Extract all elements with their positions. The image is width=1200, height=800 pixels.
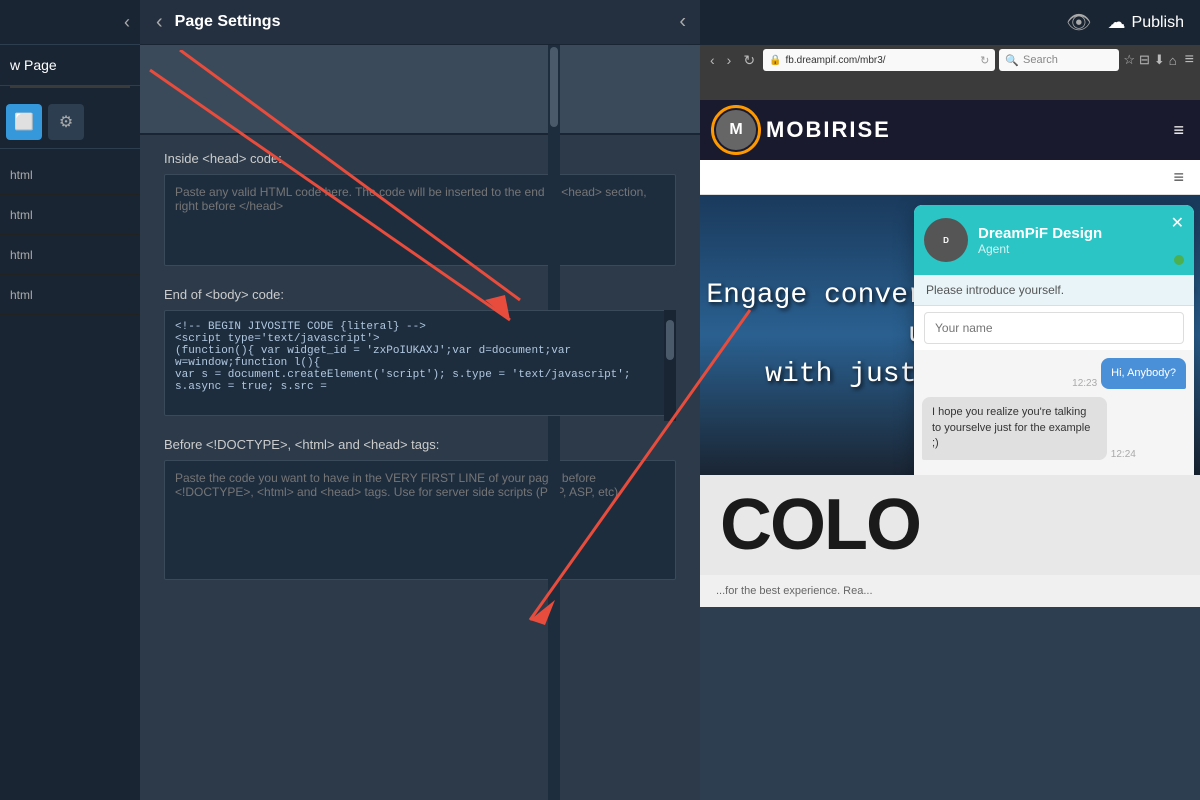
ps-scrollbar[interactable] (548, 45, 560, 800)
body-code-label: End of <body> code: (164, 287, 676, 302)
sidebar-page-label: w Page (0, 45, 140, 86)
publish-label: Publish (1132, 14, 1184, 32)
body-code-wrapper: <!-- BEGIN JIVOSITE CODE {literal} --> <… (164, 310, 676, 421)
browser-forward-btn[interactable]: › (723, 50, 736, 70)
chat-intro-bar: Please introduce yourself. (914, 275, 1194, 306)
search-icon: 🔍 (1005, 54, 1019, 67)
url-text: fb.dreampif.com/mbr3/ (786, 55, 886, 66)
chat-bubble-user-1: Hi, Anybody? (1101, 358, 1186, 389)
chat-widget: D DreamPiF Design Agent ✕ Please introdu… (914, 205, 1194, 475)
download-icon[interactable]: ⬇ (1154, 52, 1165, 68)
colo-text: COLO (720, 489, 920, 561)
body-code-textarea[interactable]: <!-- BEGIN JIVOSITE CODE {literal} --> <… (164, 310, 676, 416)
chat-intro-text: Please introduce yourself. (926, 283, 1064, 297)
chat-bubble-agent-1: I hope you realize you're talking to you… (922, 397, 1107, 459)
browser-back-btn[interactable]: ‹ (706, 50, 719, 70)
browser-search-bar[interactable]: 🔍 Search (999, 49, 1119, 71)
chat-header: D DreamPiF Design Agent ✕ (914, 205, 1194, 275)
footer-text: ...for the best experience. Rea... (716, 585, 873, 597)
chat-agent-role: Agent (978, 242, 1102, 256)
sidebar-divider (10, 86, 130, 88)
lock-icon: 🔒 (769, 55, 781, 66)
ps-close-btn[interactable]: ‹ (679, 11, 686, 34)
browser-reload-icon[interactable]: ↻ (980, 54, 989, 67)
chat-message-row-2: I hope you realize you're talking to you… (922, 397, 1186, 459)
mob-hamburger-menu[interactable]: ≡ (1173, 120, 1184, 141)
publish-cloud-icon: ☁ (1108, 12, 1126, 33)
body-code-outer: <!-- BEGIN JIVOSITE CODE {literal} --> <… (164, 310, 676, 421)
head-code-textarea[interactable] (164, 174, 676, 266)
mob-secondary-hamburger[interactable]: ≡ (1173, 167, 1184, 188)
website-footer: ...for the best experience. Rea... (700, 575, 1200, 607)
ps-back-btn[interactable]: ‹ (156, 11, 163, 34)
mobirise-logo-icon: M (716, 110, 756, 150)
doctype-code-label: Before <!DOCTYPE>, <html> and <head> tag… (164, 437, 676, 452)
chat-avatar: D (924, 218, 968, 262)
hero-area: Engage conversation with your users with… (700, 195, 1200, 475)
ps-top-strip (140, 45, 700, 135)
browser-chrome: ‹ › ↻ 🔒 fb.dreampif.com/mbr3/ ↻ 🔍 Search… (700, 45, 1200, 100)
chat-message-row-1: 12:23 Hi, Anybody? (922, 358, 1186, 389)
sidebar-back-btn[interactable]: ‹ (124, 12, 130, 33)
chat-agent-name: DreamPiF Design (978, 225, 1102, 242)
ps-content-area: Inside <head> code: End of <body> code: … (140, 151, 700, 609)
head-code-label: Inside <head> code: (164, 151, 676, 166)
sidebar-item-html-1[interactable]: html (0, 155, 140, 195)
search-placeholder-text: Search (1023, 54, 1058, 66)
ps-panel-header: ‹ Page Settings ‹ (140, 0, 700, 45)
home-icon[interactable]: ⌂ (1169, 53, 1177, 68)
msg1-timestamp: 12:23 (1072, 378, 1097, 389)
mobirise-header: M MOBIRISE ≡ (700, 100, 1200, 160)
ff-menu-btn[interactable]: ≡ (1185, 51, 1194, 69)
logo-ring (711, 105, 761, 155)
chat-messages-area: 12:23 Hi, Anybody? I hope you realize yo… (914, 350, 1194, 475)
browser-toolbar-icons: ☆ ⊟ ⬇ ⌂ ≡ (1123, 51, 1194, 69)
code-scroll-thumb (666, 320, 674, 360)
doctype-code-textarea[interactable] (164, 460, 676, 580)
mob-secondary-nav: ≡ (700, 160, 1200, 195)
code-scrollbar[interactable] (664, 310, 676, 421)
page-settings-panel: ‹ Page Settings ‹ Inside <head> code: En… (140, 0, 700, 800)
history-icon[interactable]: ⊟ (1139, 52, 1150, 68)
preview-btn[interactable]: 👁 (1066, 10, 1091, 35)
avatar-initials: D (943, 236, 949, 245)
publish-btn[interactable]: ☁ Publish (1108, 12, 1184, 33)
sidebar: ‹ w Page ⬜ ⚙ html html html html (0, 0, 140, 800)
browser-url-bar[interactable]: 🔒 fb.dreampif.com/mbr3/ ↻ (763, 49, 995, 71)
mobirise-brand-label: MOBIRISE (766, 117, 891, 143)
chat-name-input[interactable] (924, 312, 1184, 344)
chat-agent-info: DreamPiF Design Agent (978, 225, 1102, 256)
sidebar-page-tool-btn[interactable]: ⬜ (6, 104, 42, 140)
sidebar-tools: ⬜ ⚙ (0, 96, 140, 149)
colo-section: COLO (700, 475, 1200, 575)
bookmark-icon[interactable]: ☆ (1123, 52, 1135, 68)
website-content: M MOBIRISE ≡ ≡ Engage conversation with … (700, 100, 1200, 800)
sidebar-item-html-4[interactable]: html (0, 275, 140, 315)
browser-refresh-btn[interactable]: ↻ (739, 50, 759, 71)
msg2-timestamp: 12:24 (1111, 449, 1136, 460)
ps-panel-title: Page Settings (175, 13, 281, 31)
chat-close-btn[interactable]: ✕ (1171, 213, 1184, 233)
sidebar-header: ‹ (0, 0, 140, 45)
browser-nav-bar: ‹ › ↻ 🔒 fb.dreampif.com/mbr3/ ↻ 🔍 Search… (700, 45, 1200, 75)
app-top-bar: 👁 ☁ Publish (700, 0, 1200, 45)
sidebar-item-html-2[interactable]: html (0, 195, 140, 235)
sidebar-items-list: html html html html (0, 149, 140, 800)
chat-online-dot (1172, 253, 1186, 267)
sidebar-item-html-3[interactable]: html (0, 235, 140, 275)
sidebar-settings-tool-btn[interactable]: ⚙ (48, 104, 84, 140)
ps-scrollbar-thumb[interactable] (550, 47, 558, 127)
